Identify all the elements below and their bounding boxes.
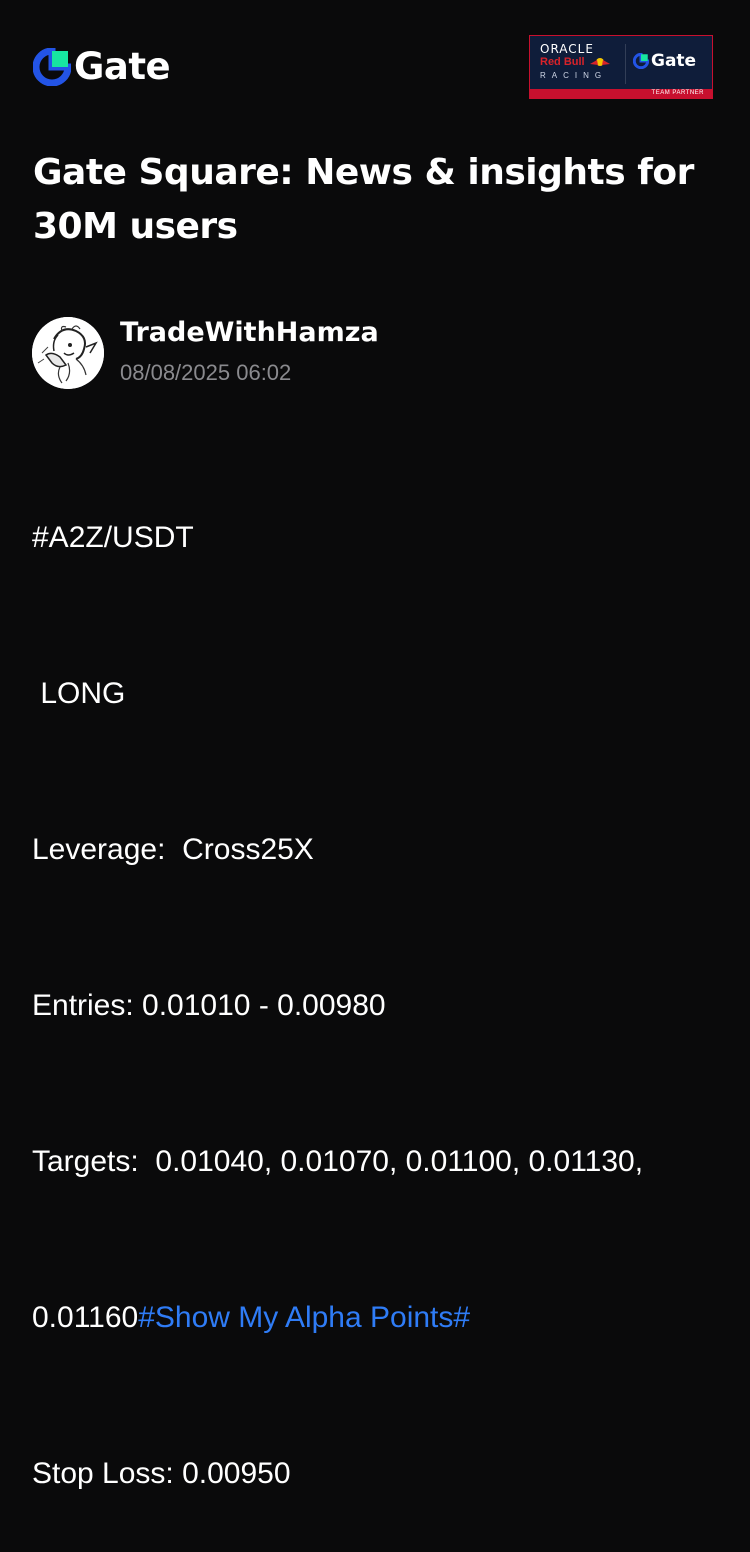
post-line-targets-continued: 0.01160#Show My Alpha Points# [32,1292,722,1344]
post-line-leverage: Leverage: Cross25X [32,833,314,866]
avatar-image [32,317,104,389]
post-content: #A2Z/USDT LONG Leverage: Cross25X Entrie… [32,408,722,1552]
bull-icon [589,58,610,66]
post-line-entries: Entries: 0.01010 - 0.00980 [32,989,386,1022]
gate-logo-icon [33,48,71,86]
post-line-pair: #A2Z/USDT [32,521,194,554]
avatar[interactable] [32,317,104,389]
author-meta: TradeWithHamza 08/08/2025 06:02 [120,316,379,388]
team-partner-text: TEAM PARTNER [651,90,704,96]
redbull-text: Red Bull [540,56,585,68]
post-line-targets: Targets: 0.01040, 0.01070, 0.01100, 0.01… [32,1145,644,1178]
targets-last-value: 0.01160 [32,1301,139,1334]
brand-name: Gate [74,45,171,88]
post-line-direction: LONG [32,677,126,710]
badge-gate-logo: Gate [633,51,696,71]
gate-badge-icon [633,53,649,69]
racing-wordmark: RACING [540,71,608,80]
team-partner-badge[interactable]: ORACLE Red Bull RACING Gate TEAM PARTNER [529,35,713,99]
page-title: Gate Square: News & insights for 30M use… [33,152,694,247]
redbull-wordmark: Red Bull [540,56,611,68]
author-name[interactable]: TradeWithHamza [120,316,379,350]
post-author[interactable]: TradeWithHamza 08/08/2025 06:02 [32,317,379,389]
header: Gate ORACLE Red Bull RACING Gate TEAM PA… [0,0,750,130]
hashtag-link[interactable]: #Show My Alpha Points# [138,1301,470,1334]
gate-logo[interactable]: Gate [33,45,171,88]
badge-gate-text: Gate [651,51,697,71]
badge-divider [625,44,626,84]
post-timestamp: 08/08/2025 06:02 [120,360,292,385]
post-line-stop-loss: Stop Loss: 0.00950 [32,1457,291,1490]
oracle-wordmark: ORACLE [540,42,594,56]
